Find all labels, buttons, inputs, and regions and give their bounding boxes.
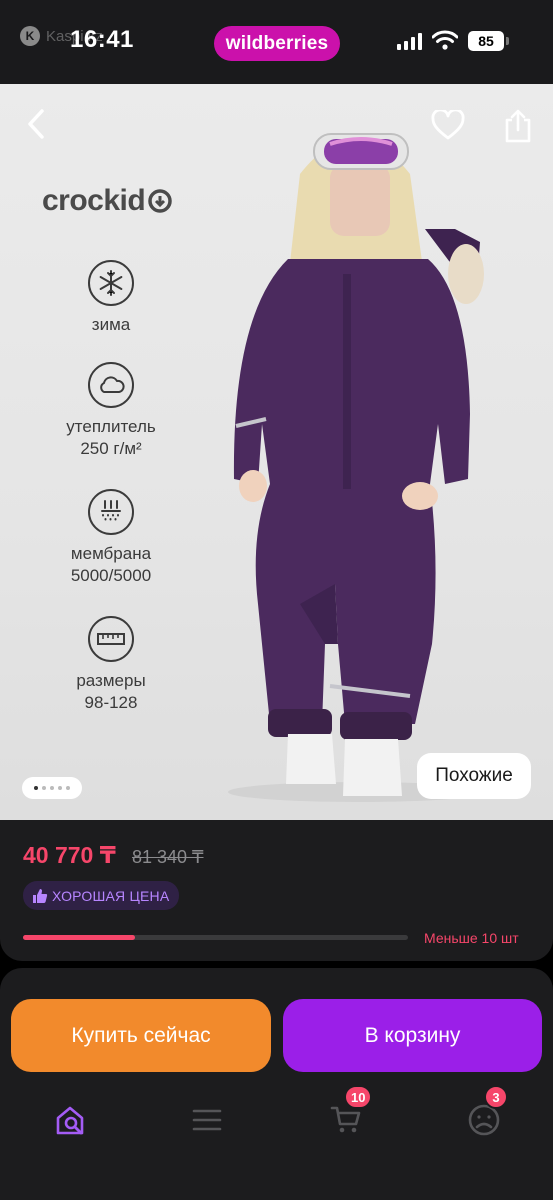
pager-dot bbox=[66, 786, 70, 790]
tab-catalog[interactable] bbox=[187, 1100, 227, 1140]
share-button[interactable] bbox=[500, 106, 536, 146]
pager-dot bbox=[58, 786, 62, 790]
feature-sizes: размеры 98-128 bbox=[40, 616, 182, 714]
share-icon bbox=[505, 109, 531, 143]
gallery-pager[interactable] bbox=[22, 777, 82, 799]
brand-name: crockid bbox=[42, 184, 146, 217]
feature-insulation-label: утеплитель bbox=[66, 417, 156, 436]
profile-badge: 3 bbox=[484, 1085, 508, 1109]
tab-home-search[interactable] bbox=[51, 1100, 91, 1140]
status-time: 16:41 bbox=[70, 26, 134, 53]
membrane-icon bbox=[88, 489, 134, 535]
cloud-icon bbox=[88, 362, 134, 408]
stock-text: Меньше 10 шт bbox=[424, 930, 519, 946]
kaspi-logo-icon: K bbox=[20, 26, 40, 46]
buy-now-button[interactable]: Купить сейчас bbox=[11, 999, 271, 1072]
add-to-cart-button[interactable]: В корзину bbox=[283, 999, 542, 1072]
battery-indicator: 85 bbox=[468, 31, 504, 51]
back-button[interactable] bbox=[20, 106, 52, 142]
wifi-icon bbox=[432, 30, 458, 50]
good-price-label: ХОРОШАЯ ЦЕНА bbox=[52, 887, 170, 904]
feature-membrane: мембрана 5000/5000 bbox=[40, 489, 182, 587]
snowflake-icon bbox=[88, 260, 134, 306]
home-search-icon bbox=[56, 1106, 84, 1135]
cart-badge: 10 bbox=[344, 1085, 373, 1109]
stock-bar-fill bbox=[23, 935, 135, 940]
feature-season: зима bbox=[40, 260, 182, 336]
tab-profile[interactable]: 3 bbox=[464, 1085, 508, 1140]
heart-icon bbox=[431, 110, 465, 140]
status-bar: K Kaspi.kz 16:41 wildberries 85 bbox=[0, 0, 553, 84]
favorite-button[interactable] bbox=[428, 106, 468, 144]
feature-insulation-value: 250 г/м² bbox=[80, 439, 142, 458]
menu-icon bbox=[192, 1109, 222, 1131]
brand-mark-icon bbox=[148, 189, 172, 213]
brand-logo: crockid bbox=[42, 184, 172, 218]
feature-insulation: утеплитель 250 г/м² bbox=[40, 362, 182, 460]
old-price: 81 340 ₸ bbox=[132, 847, 204, 867]
feature-membrane-value: 5000/5000 bbox=[70, 566, 152, 585]
ruler-icon bbox=[88, 616, 134, 662]
bottom-bar: Купить сейчас В корзину 10 3 bbox=[0, 968, 553, 1200]
pager-dot bbox=[42, 786, 46, 790]
pager-dot bbox=[50, 786, 54, 790]
current-price: 40 770 ₸ bbox=[23, 842, 116, 868]
stock-bar bbox=[23, 935, 408, 940]
tab-cart[interactable]: 10 bbox=[326, 1085, 373, 1140]
product-gallery[interactable]: crockid зима утеплитель 250 г/м² мембран… bbox=[0, 84, 553, 820]
app-name-pill: wildberries bbox=[214, 26, 340, 61]
price-card: 40 770 ₸ 81 340 ₸ ХОРОШАЯ ЦЕНА Меньше 10… bbox=[0, 820, 553, 961]
feature-membrane-label: мембрана bbox=[70, 544, 152, 563]
feature-sizes-value: 98-128 bbox=[84, 693, 138, 712]
feature-sizes-label: размеры bbox=[76, 671, 146, 690]
thumbs-up-icon bbox=[33, 888, 48, 903]
chevron-left-icon bbox=[28, 109, 44, 139]
good-price-badge[interactable]: ХОРОШАЯ ЦЕНА bbox=[23, 881, 180, 910]
cellular-signal-icon bbox=[397, 32, 422, 50]
pager-dot bbox=[34, 786, 38, 790]
battery-cap bbox=[506, 37, 509, 45]
feature-season-label: зима bbox=[91, 315, 131, 334]
similar-button[interactable]: Похожие bbox=[417, 753, 531, 799]
